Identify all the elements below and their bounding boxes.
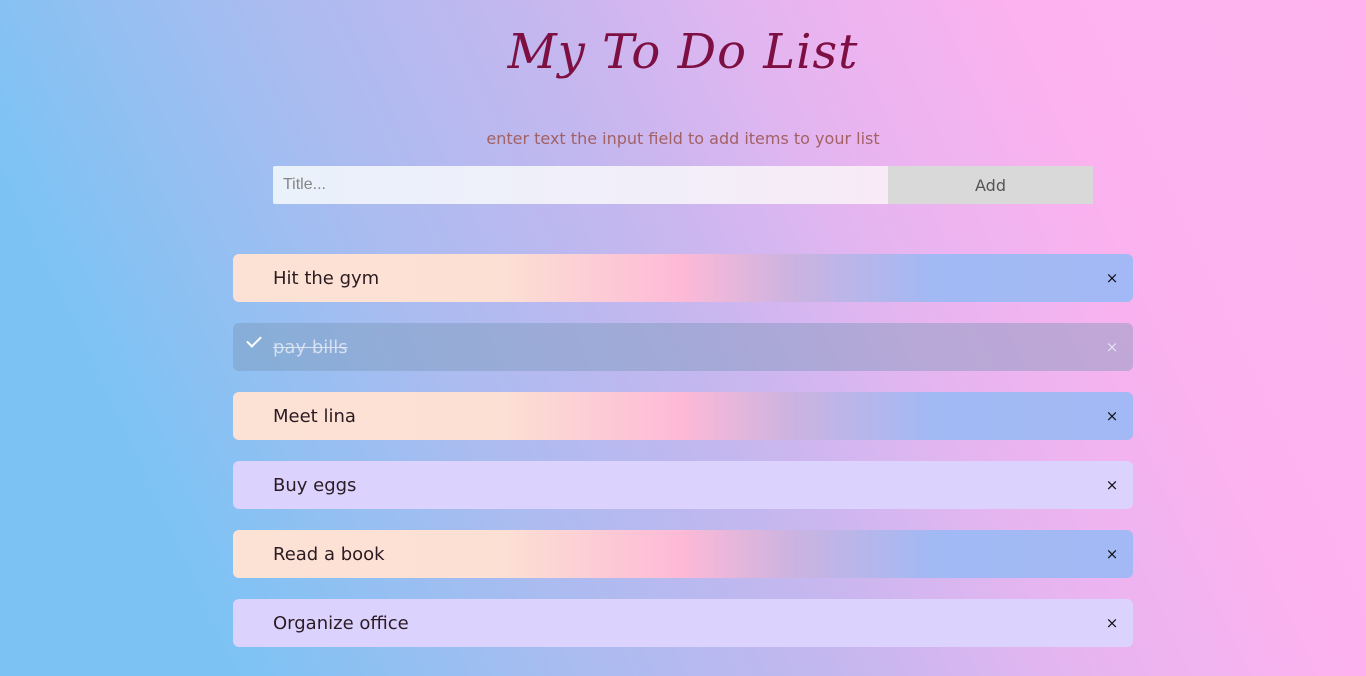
close-icon[interactable]: × bbox=[1091, 530, 1133, 578]
list-item-text: Meet lina bbox=[273, 405, 356, 427]
list-item[interactable]: Meet lina × bbox=[233, 392, 1133, 440]
page-subtitle: enter text the input field to add items … bbox=[486, 129, 880, 148]
list-item[interactable]: Organize office × bbox=[233, 599, 1133, 647]
close-icon[interactable]: × bbox=[1091, 254, 1133, 302]
close-icon[interactable]: × bbox=[1091, 323, 1133, 371]
todo-list: Hit the gym × pay bills × Meet lina × Bu… bbox=[233, 254, 1133, 668]
list-item[interactable]: Hit the gym × bbox=[233, 254, 1133, 302]
list-item-checked[interactable]: pay bills × bbox=[233, 323, 1133, 371]
list-item-text: Hit the gym bbox=[273, 267, 380, 289]
close-icon[interactable]: × bbox=[1091, 461, 1133, 509]
list-item[interactable]: Read a book × bbox=[233, 530, 1133, 578]
page-title: My To Do List bbox=[507, 24, 859, 80]
list-item[interactable]: Buy eggs × bbox=[233, 461, 1133, 509]
checkmark-icon bbox=[245, 333, 263, 351]
list-item-text: pay bills bbox=[273, 336, 348, 358]
list-item-text: Organize office bbox=[273, 612, 409, 634]
close-icon[interactable]: × bbox=[1091, 599, 1133, 647]
list-item-text: Buy eggs bbox=[273, 474, 357, 496]
add-button[interactable]: Add bbox=[888, 166, 1093, 204]
title-input[interactable] bbox=[273, 166, 888, 204]
add-item-form: Add bbox=[273, 166, 1093, 204]
list-item-text: Read a book bbox=[273, 543, 385, 565]
close-icon[interactable]: × bbox=[1091, 392, 1133, 440]
